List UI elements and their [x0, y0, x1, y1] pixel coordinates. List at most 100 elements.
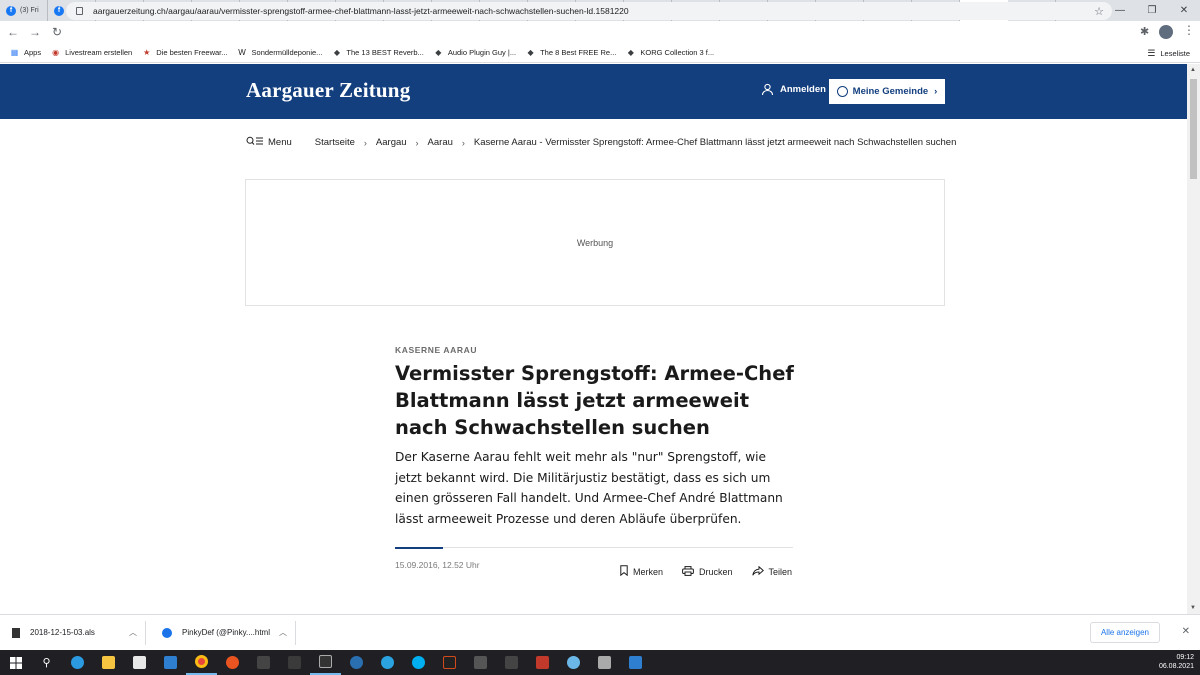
breadcrumb-aarau[interactable]: Aarau — [428, 137, 453, 148]
chevron-right-icon: › — [415, 137, 419, 148]
bookmark-item[interactable]: ◆ KORG Collection 3 f... — [626, 48, 714, 57]
breadcrumb-aargau[interactable]: Aargau — [376, 137, 407, 148]
bookmark-item[interactable]: W Sondermülldeponie... — [238, 48, 322, 57]
download-item[interactable]: 2018-12-15-03.als ︿ — [0, 615, 145, 651]
bookmark-star-icon[interactable]: ☆ — [1094, 5, 1104, 18]
print-button[interactable]: Drucken — [682, 565, 733, 579]
bookmark-item[interactable]: ◆ The 8 Best FREE Re... — [526, 48, 617, 57]
my-community-label: Meine Gemeinde — [852, 86, 929, 97]
address-bar[interactable]: aargauerzeitung.ch/aargau/aarau/vermisst… — [66, 2, 1112, 20]
taskbar-clock[interactable]: 09:12 06.08.2021 — [1159, 653, 1194, 671]
w-logo-icon: W — [238, 48, 246, 57]
chrome-icon — [195, 655, 208, 668]
compass-icon — [836, 86, 848, 97]
scroll-down-icon[interactable]: ▼ — [1190, 605, 1196, 611]
scroll-thumb[interactable] — [1190, 79, 1197, 179]
taskbar-store[interactable] — [124, 650, 155, 675]
clock-date: 06.08.2021 — [1158, 663, 1194, 670]
taskbar-app[interactable] — [279, 650, 310, 675]
bookmark-item[interactable]: ★ Die besten Freewar... — [142, 48, 227, 57]
reading-list-button[interactable]: ☰ Leseliste — [1147, 43, 1190, 63]
site-logo[interactable]: Aargauer Zeitung — [246, 78, 410, 103]
taskbar-app[interactable] — [589, 650, 620, 675]
globe-icon: ◉ — [52, 48, 60, 57]
close-downloads-icon[interactable]: ✕ — [1182, 626, 1190, 637]
divider — [295, 620, 296, 645]
facebook-icon: f — [6, 5, 16, 16]
bookmark-item[interactable]: ▦ Apps — [10, 48, 41, 57]
show-all-downloads-button[interactable]: Alle anzeigen — [1089, 622, 1160, 643]
reading-list-icon: ☰ — [1147, 47, 1156, 58]
menu-button[interactable]: Menu — [246, 136, 292, 149]
chevron-right-icon: › — [461, 137, 465, 148]
bookmark-item[interactable]: ◉ Livestream erstellen — [51, 48, 132, 57]
reload-button[interactable]: ↻ — [48, 23, 66, 41]
taskbar-app[interactable] — [465, 650, 496, 675]
windows-taskbar: ⚲ 09:12 06.08.2021 — [0, 650, 1200, 675]
login-button[interactable]: Anmelden — [761, 83, 826, 96]
taskbar-telegram[interactable] — [372, 650, 403, 675]
taskbar-ableton[interactable] — [310, 650, 341, 675]
taskbar-app[interactable] — [434, 650, 465, 675]
user-icon — [761, 83, 774, 96]
downloads-bar: 2018-12-15-03.als ︿ PinkyDef (@Pinky....… — [0, 614, 1200, 650]
taskbar-chrome[interactable] — [186, 650, 217, 675]
divider — [145, 620, 146, 645]
share-button[interactable]: Teilen — [751, 565, 793, 579]
bookmark-site-icon: ◆ — [627, 48, 634, 57]
start-button[interactable] — [0, 650, 31, 675]
taskbar-app[interactable] — [527, 650, 558, 675]
bookmark-site-icon: ◆ — [527, 48, 534, 57]
my-community-button[interactable]: Meine Gemeinde › — [829, 79, 945, 104]
article-date: 15.09.2016, 12.52 Uhr — [395, 560, 480, 570]
maximize-button[interactable]: ❐ — [1136, 0, 1168, 21]
taskbar-search-button[interactable]: ⚲ — [31, 650, 62, 675]
bookmark-item[interactable]: ◆ Audio Plugin Guy |... — [434, 48, 516, 57]
article-headline: Vermisster Sprengstoff: Armee-Chef Blatt… — [395, 362, 794, 439]
reading-list-label: Leseliste — [1160, 48, 1190, 58]
ableton-live-icon — [319, 655, 332, 668]
app-icon — [567, 656, 580, 669]
taskbar-app[interactable] — [496, 650, 527, 675]
taskbar-edge[interactable] — [62, 650, 93, 675]
taskbar-mail[interactable] — [155, 650, 186, 675]
bookmark-item[interactable]: ◆ The 13 BEST Reverb... — [332, 48, 424, 57]
bookmark-site-icon: ◆ — [333, 48, 340, 57]
bookmark-label: Audio Plugin Guy |... — [447, 48, 517, 57]
file-icon — [12, 627, 20, 638]
save-button[interactable]: Merken — [620, 565, 663, 579]
taskbar-skype[interactable] — [403, 650, 434, 675]
download-filename: 2018-12-15-03.als — [30, 628, 95, 637]
window-controls: — ❐ ✕ — [1104, 0, 1200, 21]
browser-menu-icon[interactable]: ⋮ — [1183, 23, 1195, 37]
taskbar-app[interactable] — [248, 650, 279, 675]
chevron-up-icon[interactable]: ︿ — [129, 627, 137, 638]
bookmark-icon — [620, 565, 628, 579]
profile-avatar[interactable] — [1159, 25, 1173, 39]
browser-tab[interactable]: f (3) Fri — [0, 0, 48, 21]
page-scrollbar[interactable]: ▲ ▼ — [1187, 64, 1200, 614]
scroll-up-icon[interactable]: ▲ — [1190, 67, 1196, 73]
close-window-button[interactable]: ✕ — [1168, 0, 1200, 21]
extensions-puzzle-icon[interactable]: ✱ — [1140, 25, 1149, 38]
edge-icon — [71, 656, 84, 669]
folder-icon — [102, 656, 115, 669]
share-label: Teilen — [768, 567, 793, 577]
taskbar-app[interactable] — [341, 650, 372, 675]
windows-logo-icon — [9, 656, 22, 669]
divider-accent — [395, 547, 443, 549]
chevron-up-icon[interactable]: ︿ — [279, 627, 287, 638]
taskbar-app[interactable] — [558, 650, 589, 675]
taskbar-app[interactable] — [217, 650, 248, 675]
star-icon: ★ — [143, 48, 151, 57]
ad-placeholder: Werbung — [245, 179, 945, 306]
article-actions: Merken Drucken Teilen — [620, 565, 792, 579]
forward-button[interactable]: → — [26, 23, 44, 41]
taskbar-app[interactable] — [620, 650, 651, 675]
clock-time: 09:12 — [1176, 654, 1194, 661]
back-button[interactable]: ← — [4, 23, 22, 41]
download-item[interactable]: PinkyDef (@Pinky....html ︿ — [150, 615, 295, 651]
taskbar-explorer[interactable] — [93, 650, 124, 675]
breadcrumb-home[interactable]: Startseite — [315, 137, 355, 148]
lock-icon — [76, 7, 83, 15]
